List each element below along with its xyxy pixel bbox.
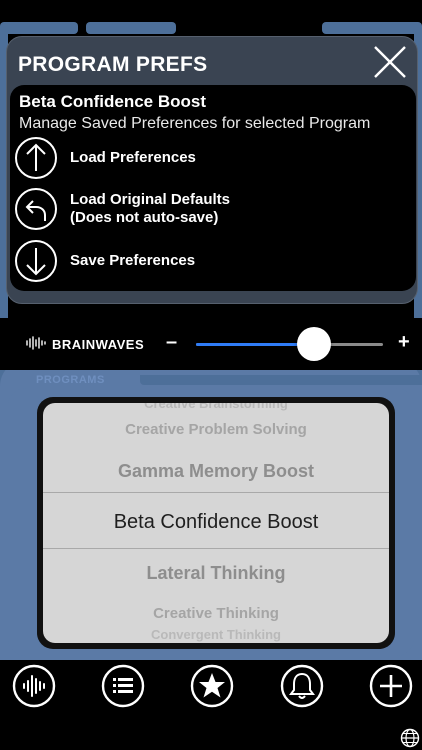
bell-icon xyxy=(280,664,324,708)
program-picker-panel: Creative Brainstorming Creative Problem S… xyxy=(8,388,414,656)
list-tab-button[interactable] xyxy=(101,664,145,708)
programs-strip xyxy=(140,375,422,385)
brainwaves-slider[interactable] xyxy=(196,327,383,361)
program-prefs-modal: PROGRAM PREFS Beta Confidence Boost Mana… xyxy=(6,36,418,304)
program-picker[interactable]: Creative Brainstorming Creative Problem S… xyxy=(43,403,389,643)
save-preferences-button[interactable]: Save Preferences xyxy=(14,239,404,283)
brainwaves-increase-button[interactable]: + xyxy=(398,331,410,354)
plus-icon xyxy=(369,664,413,708)
prefs-subtitle: Manage Saved Preferences for selected Pr… xyxy=(19,115,371,132)
waveform-tab-button[interactable] xyxy=(12,664,56,708)
arrow-down-circle-icon xyxy=(14,239,58,283)
globe-icon[interactable] xyxy=(400,728,420,748)
close-icon xyxy=(374,46,406,78)
save-preferences-label: Save Preferences xyxy=(70,252,196,269)
picker-item-selected[interactable]: Beta Confidence Boost xyxy=(43,511,389,534)
waveform-icon xyxy=(26,336,46,350)
load-preferences-button[interactable]: Load Preferences xyxy=(14,136,404,180)
close-button[interactable] xyxy=(371,43,409,81)
picker-item[interactable]: Creative Thinking xyxy=(43,605,389,622)
picker-selection-line xyxy=(43,492,389,493)
top-frame-bar xyxy=(0,22,422,34)
add-tab-button[interactable] xyxy=(369,664,413,708)
prefs-panel: Beta Confidence Boost Manage Saved Prefe… xyxy=(10,85,416,291)
programs-label: PROGRAMS xyxy=(36,374,105,386)
brainwaves-decrease-button[interactable]: – xyxy=(166,331,177,354)
picker-item[interactable]: Gamma Memory Boost xyxy=(43,461,389,482)
arrow-up-circle-icon xyxy=(14,136,58,180)
picker-frame: Creative Brainstorming Creative Problem S… xyxy=(37,397,395,649)
picker-item[interactable]: Creative Brainstorming xyxy=(43,403,389,411)
picker-item[interactable]: Creative Problem Solving xyxy=(43,421,389,438)
bottom-tab-bar xyxy=(0,660,422,750)
picker-selection-line xyxy=(43,548,389,549)
brainwaves-row: BRAINWAVES – + xyxy=(0,318,422,370)
modal-title: PROGRAM PREFS xyxy=(18,53,208,76)
list-icon xyxy=(101,664,145,708)
load-preferences-label: Load Preferences xyxy=(70,149,196,166)
undo-circle-icon xyxy=(14,187,58,231)
load-defaults-button[interactable]: Load Original Defaults (Does not auto-sa… xyxy=(14,187,404,231)
load-defaults-label: Load Original Defaults xyxy=(70,191,231,208)
waveform-icon xyxy=(12,664,56,708)
slider-thumb[interactable] xyxy=(296,327,331,361)
brainwaves-label: BRAINWAVES xyxy=(52,337,145,352)
star-icon xyxy=(190,664,234,708)
picker-item[interactable]: Convergent Thinking xyxy=(43,627,389,642)
picker-item[interactable]: Lateral Thinking xyxy=(43,563,389,584)
load-defaults-note: (Does not auto-save) xyxy=(70,209,219,226)
favorites-tab-button[interactable] xyxy=(190,664,234,708)
program-name: Beta Confidence Boost xyxy=(19,92,207,111)
alarm-tab-button[interactable] xyxy=(280,664,324,708)
